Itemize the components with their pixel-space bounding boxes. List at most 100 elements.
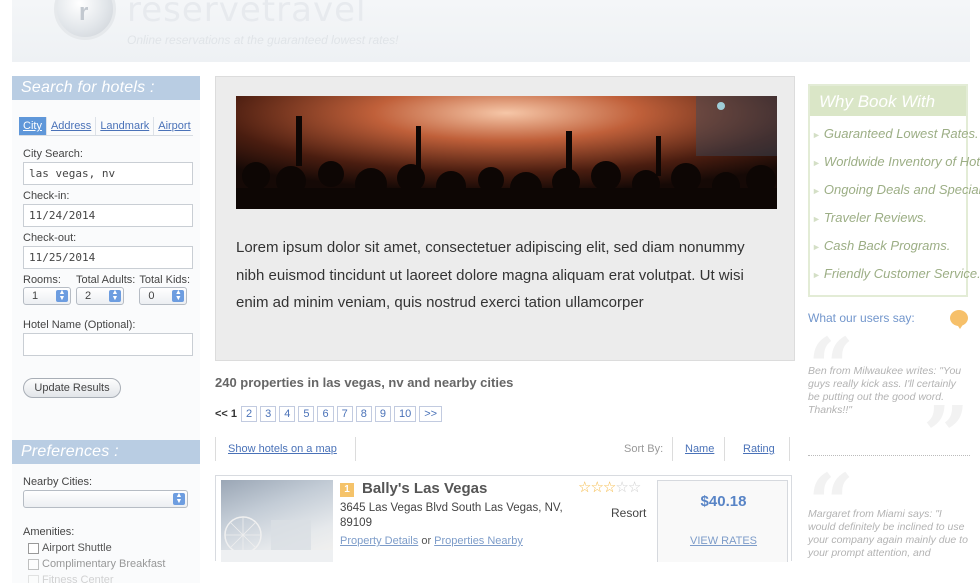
speech-bubble-icon (950, 310, 968, 329)
hotel-address: 3645 Las Vegas Blvd South Las Vegas, NV,… (340, 502, 563, 529)
next-page-link[interactable]: >> (419, 406, 443, 422)
hero-text: Lorem ipsum dolor sit amet, consectetuer… (236, 239, 745, 311)
page-link[interactable]: 6 (317, 406, 334, 422)
page-link[interactable]: 3 (260, 406, 277, 422)
chevron-right-icon: ► (812, 270, 821, 280)
testimonial-text: Margaret from Miami says: "I would defin… (808, 508, 968, 559)
tab-airport[interactable]: Airport (154, 117, 194, 135)
crowd-illustration (236, 96, 777, 209)
why-item: ►Worldwide Inventory of Hotels. (812, 152, 980, 172)
city-search-input[interactable]: las vegas, nv (23, 162, 193, 185)
properties-nearby-link[interactable]: Properties Nearby (434, 535, 523, 547)
why-item: ► Traveler Reviews. (812, 208, 966, 228)
star-icon: ☆ (627, 479, 641, 496)
hotel-name-label: Hotel Name (Optional): (23, 319, 136, 331)
why-item: ► Guaranteed Lowest Rates. (812, 124, 979, 144)
chevron-right-icon: ► (812, 242, 821, 252)
preferences-title: Preferences : (12, 440, 200, 464)
page-link[interactable]: 10 (393, 406, 417, 422)
pagination: << 1 2 3 4 5 6 7 8 9 10 >> (215, 406, 795, 422)
why-item-label: Worldwide Inventory of Hotels. (823, 154, 980, 169)
sort-by-label: Sort By: (624, 443, 664, 455)
page-link[interactable]: 2 (240, 406, 258, 422)
checkbox[interactable] (28, 558, 39, 570)
current-page: 1 (230, 408, 237, 420)
page-link[interactable]: 9 (374, 406, 391, 422)
tab-address[interactable]: Address (47, 117, 97, 135)
hotel-price: $40.18 (700, 493, 747, 510)
hotel-name[interactable]: Bally's Las Vegas (362, 480, 487, 497)
rooms-label: Rooms: (23, 274, 61, 286)
why-item-label: Guaranteed Lowest Rates. (823, 126, 979, 141)
amenity-item[interactable]: Fitness Center (28, 574, 200, 583)
checkin-label: Check-in: (23, 190, 70, 202)
occupancy-row: Rooms: 1 ▲ ▼ Total Adults: 2 ▲ ▼ Total Kids:… (23, 274, 200, 305)
property-details-link[interactable]: Property Details (340, 535, 418, 547)
tab-landmark[interactable]: Landmark (96, 117, 155, 135)
page-link[interactable]: 8 (355, 406, 372, 422)
why-item: ► Ongoing Deals and Specials. (812, 180, 980, 200)
star-icon: ☆ (590, 479, 603, 496)
hotel-photo[interactable] (221, 480, 333, 562)
why-item: ► Friendly Customer Service. (812, 264, 980, 284)
update-results-button[interactable]: Update Results (23, 378, 121, 398)
page-link[interactable]: 5 (298, 406, 315, 422)
amenity-label: Airport Shuttle (42, 542, 112, 554)
right-sidebar: Why Book With Us? ► Guaranteed Lowest Rat… (808, 84, 980, 583)
checkin-input[interactable]: 11/24/2014 (23, 204, 193, 227)
tagline: Online reservations at the guaranteed lo… (127, 33, 399, 47)
sort-rating-link[interactable]: Rating (743, 443, 775, 455)
why-item: ► Cash Back Programs. (812, 236, 966, 256)
amenity-item[interactable]: Complimentary Breakfast (28, 558, 200, 570)
chevron-right-icon: ► (812, 130, 821, 140)
why-book-title: Why Book With Us? (810, 86, 966, 143)
page-link[interactable]: 4 (279, 406, 296, 422)
why-item-label: Ongoing Deals and Specials. (823, 182, 980, 197)
divider (672, 437, 673, 461)
star-rating: ☆☆☆☆☆ (578, 478, 641, 496)
view-rates-link[interactable]: VIEW RATES (658, 535, 789, 547)
star-icon: ☆ (602, 479, 616, 496)
stepper-icon: ▲ ▼ (56, 289, 68, 302)
chevron-right-icon: ► (812, 186, 821, 196)
kids-value: 0 (148, 290, 155, 302)
amenities-label: Amenities: (23, 526, 75, 538)
hotel-name-input[interactable] (23, 333, 193, 356)
why-item-label: Cash Back Programs. (823, 238, 951, 253)
star-icon: ☆ (578, 479, 591, 496)
show-map-link[interactable]: Show hotels on a map (216, 443, 355, 455)
logo-letter: r (79, 0, 89, 26)
links-separator: or (421, 535, 432, 547)
sort-name-link[interactable]: Name (685, 443, 714, 455)
rooms-value: 1 (32, 290, 39, 302)
tab-city[interactable]: City (19, 117, 47, 135)
hotel-links: Property Details or Properties Nearby (340, 535, 523, 547)
chevron-right-icon: ► (812, 158, 821, 168)
rooms-select[interactable]: 1 ▲ ▼ (23, 287, 71, 305)
hotel-photo-illustration (221, 516, 333, 562)
kids-select[interactable]: 0 ▲ ▼ (139, 287, 188, 305)
checkbox[interactable] (28, 574, 39, 583)
why-item-label: Traveler Reviews. (823, 210, 927, 225)
main-content: Lorem ipsum dolor sit amet, consectetuer… (215, 76, 795, 562)
rank-badge: 1 (340, 483, 354, 497)
hero-panel: Lorem ipsum dolor sit amet, consectetuer… (215, 76, 795, 361)
chevron-right-icon: ► (812, 214, 821, 224)
amenity-item[interactable]: Airport Shuttle (28, 542, 200, 554)
amenity-label: Complimentary Breakfast (42, 558, 166, 570)
prev-page-link[interactable]: << (215, 408, 228, 420)
logo-icon[interactable]: r (54, 0, 116, 40)
close-quote-icon: ” (923, 388, 970, 482)
divider (789, 437, 790, 461)
nearby-cities-select[interactable]: ▲ ▼ (23, 490, 188, 508)
checkbox[interactable] (28, 542, 39, 554)
adults-select[interactable]: 2 ▲ ▼ (76, 287, 124, 305)
amenity-label: Fitness Center (42, 574, 114, 583)
kids-label: Total Kids: (139, 274, 191, 286)
brand-name[interactable]: reservetravel (127, 0, 366, 30)
checkout-input[interactable]: 11/25/2014 (23, 246, 193, 269)
page-link[interactable]: 7 (336, 406, 353, 422)
why-book-panel: Why Book With Us? ► Guaranteed Lowest Rat… (808, 84, 980, 297)
concert-crowd-image (236, 96, 777, 209)
city-search-label: City Search: (23, 148, 83, 160)
